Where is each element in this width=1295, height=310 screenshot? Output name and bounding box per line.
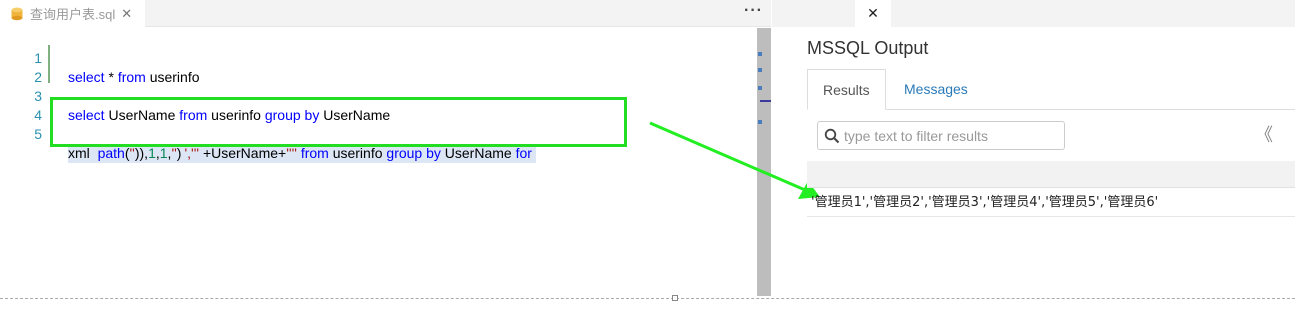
code-line: 1 select * from userinfo <box>0 30 199 85</box>
change-marker <box>48 45 50 83</box>
output-close-icon[interactable]: ✕ <box>855 0 891 27</box>
filter-placeholder: type text to filter results <box>844 127 988 144</box>
code-line: 4 <box>0 87 42 123</box>
results-grid-header <box>807 161 1295 188</box>
search-icon <box>824 128 840 143</box>
table-row[interactable]: '管理员1','管理员2','管理员3','管理员4','管理员5','管理员6… <box>807 188 1295 217</box>
code-text: select * from userinfo <box>68 69 200 85</box>
database-icon <box>11 7 23 20</box>
output-title: MSSQL Output <box>807 38 929 58</box>
editor-tab[interactable]: 查询用户表.sql ✕ <box>0 0 145 27</box>
overview-marker <box>758 52 762 56</box>
overview-marker <box>758 68 762 72</box>
code-line: 5 select stuff((select ',''' +UserName+'… <box>0 106 536 163</box>
pane-divider <box>0 298 1295 299</box>
tab-results[interactable]: Results <box>807 69 886 110</box>
filter-input[interactable]: type text to filter results <box>817 121 1065 150</box>
code-line: 2 <box>0 49 42 85</box>
more-actions-icon[interactable]: ··· <box>744 2 763 20</box>
tab-messages[interactable]: Messages <box>889 69 983 110</box>
first-page-icon[interactable]: 《 <box>1255 121 1273 147</box>
code-line: 3 select UserName from userinfo group by… <box>0 68 390 123</box>
prev-page-icon[interactable]: 〈 <box>1287 121 1295 147</box>
result-cell[interactable]: '管理员1','管理员2','管理员3','管理员4','管理员5','管理员6… <box>811 195 1158 210</box>
code-line: xml path('')),1,1,'') <box>0 125 182 163</box>
close-icon[interactable]: ✕ <box>121 6 132 22</box>
overview-marker <box>758 86 762 90</box>
annotation-highlight-box <box>50 97 627 147</box>
editor-tab-label: 查询用户表.sql <box>30 7 116 22</box>
editor-tab-bar: 查询用户表.sql ✕ ··· <box>0 0 771 27</box>
app-root: 查询用户表.sql ✕ ··· 1 select * from userinfo… <box>0 0 1295 310</box>
output-tabs: Results Messages <box>807 69 1295 110</box>
output-tab-bar <box>772 0 1295 27</box>
annotation-arrow-icon <box>649 121 820 199</box>
resize-handle[interactable] <box>672 295 678 301</box>
overview-cursor-marker <box>760 100 771 102</box>
